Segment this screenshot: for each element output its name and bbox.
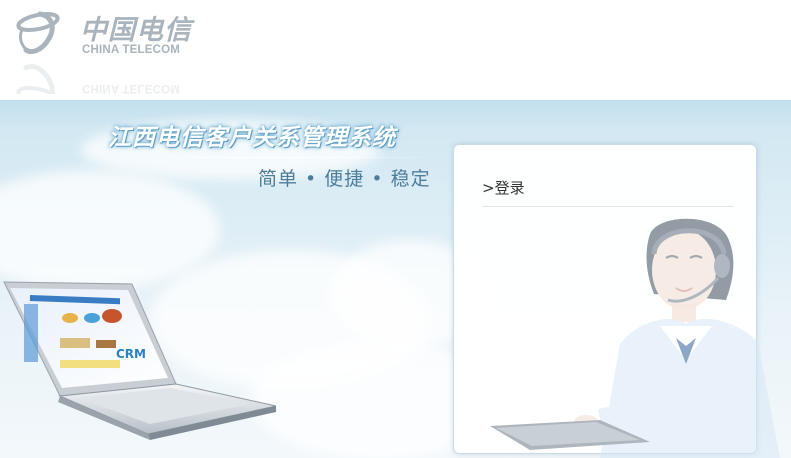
title-underline: [100, 157, 440, 158]
china-telecom-logo-reflection-icon: [16, 63, 60, 94]
china-telecom-logo: 中国电信 CHINA TELECOM CHINA TELECOM: [12, 4, 212, 96]
login-divider: [482, 206, 734, 207]
call-center-agent-illustration: [490, 218, 780, 458]
header: 中国电信 CHINA TELECOM CHINA TELECOM: [0, 0, 791, 100]
laptop-illustration: CRM: [3, 281, 277, 440]
logo-en-name-reflection: CHINA TELECOM: [82, 82, 181, 94]
hero-banner: 江西电信客户关系管理系统 简单 • 便捷 • 稳定 CRM >登录: [0, 100, 791, 458]
laptop-screen-logo: CRM: [116, 347, 146, 361]
logo-cn-name: 中国电信: [80, 15, 192, 46]
login-heading: >登录: [482, 179, 525, 197]
slogan: 简单 • 便捷 • 稳定: [258, 168, 431, 190]
system-title: 江西电信客户关系管理系统: [108, 125, 396, 151]
logo-reflection: CHINA TELECOM: [12, 54, 212, 94]
